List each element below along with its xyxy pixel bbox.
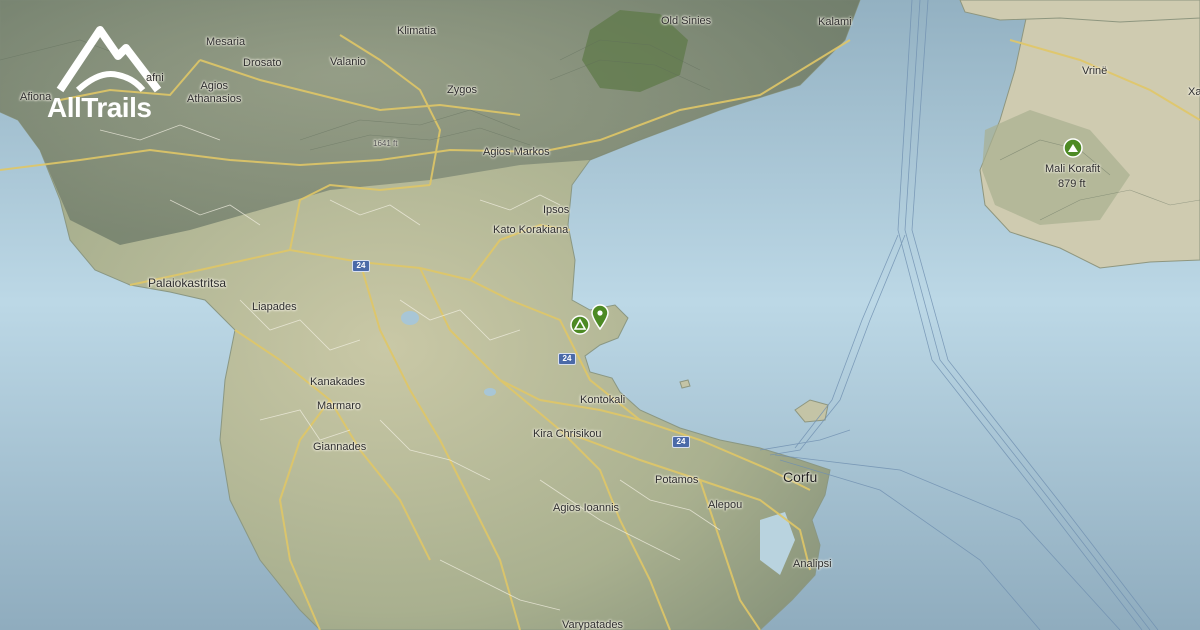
place-label-drosato: Drosato (243, 57, 282, 69)
place-label-analipsi: Analipsi (793, 558, 832, 570)
place-label-varypatades: Varypatades (562, 619, 623, 630)
brand-name: AllTrails (47, 92, 152, 123)
place-label-afiona: Afiona (20, 91, 52, 103)
place-label-alepou: Alepou (708, 499, 743, 511)
mountain-logo-icon (56, 26, 162, 93)
lake (484, 388, 496, 396)
place-label-valanio: Valanio (330, 56, 366, 68)
lake (401, 311, 419, 325)
peak-elevation: 879 ft (1058, 178, 1086, 190)
place-label-xa: Xa (1188, 86, 1200, 98)
map-canvas[interactable]: AllTrails Old Sinies Kalami Mesaria Klim… (0, 0, 1200, 630)
road-shield: 24 (352, 260, 370, 272)
place-label-agios-athanasios: Agios Athanasios (187, 80, 242, 105)
place-label-marmaro: Marmaro (317, 400, 362, 412)
road-shield: 24 (558, 353, 576, 365)
place-label-ipsos: Ipsos (543, 204, 570, 216)
location-pin-icon (591, 304, 609, 331)
place-label-liapades: Liapades (252, 301, 297, 313)
campground-marker-icon (570, 315, 590, 335)
peak-marker[interactable] (1063, 138, 1083, 163)
place-label-old-sinies: Old Sinies (661, 15, 712, 27)
peak-name: Mali Korafit (1045, 163, 1101, 175)
place-label-kato-korakiana: Kato Korakiana (493, 224, 569, 236)
contour-label: 1641 ft (373, 139, 398, 148)
place-label-vrine: Vrinë (1082, 65, 1108, 77)
peak-marker-icon (1063, 138, 1083, 158)
place-label-corfu: Corfu (783, 469, 818, 485)
place-label-kalami: Kalami (818, 16, 852, 28)
place-label-klimatia: Klimatia (397, 25, 437, 37)
place-label-mesaria: Mesaria (206, 36, 246, 48)
campground-marker[interactable] (570, 315, 590, 340)
place-label-giannades: Giannades (313, 441, 367, 453)
place-label-potamos: Potamos (655, 474, 699, 486)
place-label-kira-chrisikou: Kira Chrisikou (533, 428, 602, 440)
place-label-kanakades: Kanakades (310, 376, 366, 388)
place-label-agios-ioannis: Agios Ioannis (553, 502, 620, 514)
place-label-palaiokastritsa: Palaiokastritsa (148, 276, 227, 290)
road-shield: 24 (672, 436, 690, 448)
place-label-kontokali: Kontokali (580, 394, 626, 406)
trailhead-marker[interactable] (591, 304, 609, 335)
place-label-afni: afni (146, 72, 164, 84)
place-label-agios-markos: Agios Markos (483, 146, 550, 158)
islet (679, 379, 691, 389)
place-label-zygos: Zygos (447, 84, 477, 96)
mainland-north (959, 0, 1200, 23)
